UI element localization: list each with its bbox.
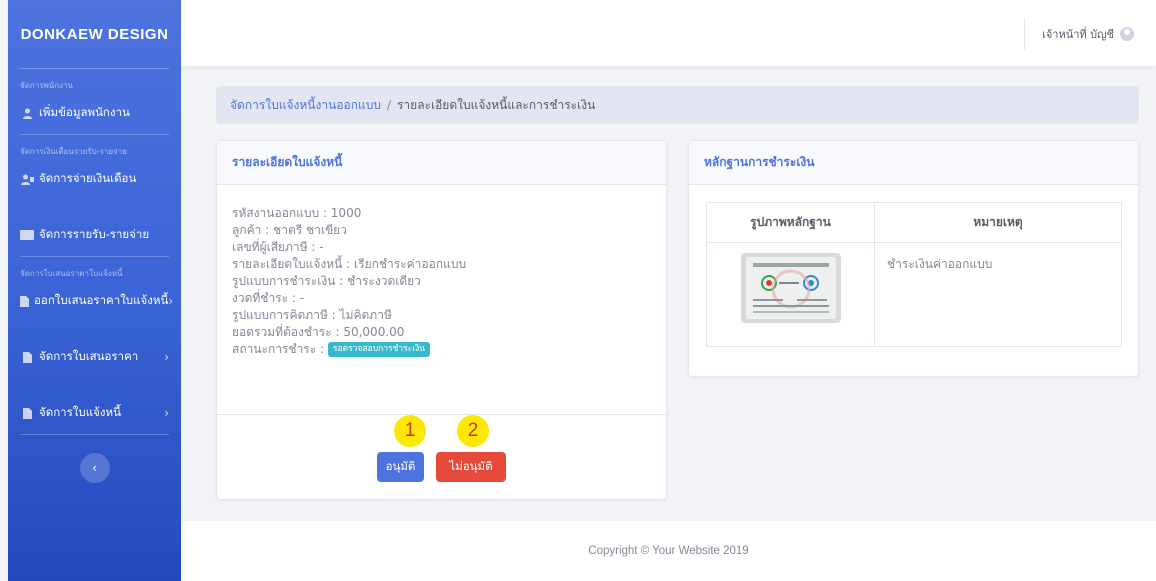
- invoice-details-card: รายละเอียดใบแจ้งหนี้ รหัสงานออกแบบ : 100…: [216, 140, 667, 500]
- sidebar-item-invoices[interactable]: จัดการใบแจ้งหนี้ ›: [8, 396, 181, 434]
- sidebar-heading: จัดการใบเสนอราคาใบแจ้งหนี้: [20, 269, 123, 278]
- column-header-note: หมายเหตุ: [874, 202, 1122, 243]
- breadcrumb-link[interactable]: จัดการใบแจ้งหนี้งานออกแบบ: [230, 96, 381, 115]
- sidebar-toggle-button[interactable]: ‹: [79, 453, 110, 483]
- breadcrumb-separator: /: [386, 98, 391, 112]
- annotation-marker-2: 2: [457, 415, 489, 447]
- status-badge: รอตรวจสอบการชำระเงิน: [327, 342, 431, 357]
- chevron-right-icon: ›: [164, 350, 169, 364]
- reject-button[interactable]: ไม่อนุมัติ: [436, 452, 506, 482]
- breadcrumb: จัดการใบแจ้งหนี้งานออกแบบ / รายละเอียดใบ…: [216, 86, 1139, 124]
- evidence-image-cell: [706, 242, 875, 347]
- detail-row: ยอดรวมที่ต้องชำระ : 50,000.00: [232, 325, 405, 339]
- user-name: เจ้าหน้าที่ บัญชี: [1042, 28, 1114, 41]
- topbar: เจ้าหน้าที่ บัญชี: [181, 0, 1156, 66]
- user-money-icon: [20, 173, 34, 185]
- annotation-marker-1: 1: [394, 415, 426, 447]
- document-icon: [20, 407, 34, 419]
- approve-button[interactable]: อนุมัติ: [377, 452, 424, 482]
- sidebar-item-label: จัดการจ่ายเงินเดือน: [39, 171, 137, 185]
- brand-logo[interactable]: DONKAEW DESIGN: [8, 0, 181, 68]
- card-title: รายละเอียดใบแจ้งหนี้: [217, 141, 666, 185]
- status-label: สถานะการชำระ :: [232, 342, 325, 356]
- payment-evidence-card: หลักฐานการชำระเงิน รูปภาพหลักฐาน หมายเหต…: [688, 140, 1139, 377]
- detail-row: รายละเอียดใบแจ้งหนี้ : เรียกชำระค่าออกแบ…: [232, 257, 467, 271]
- detail-row: งวดที่ชำระ : -: [232, 291, 305, 305]
- document-icon: [20, 351, 34, 363]
- detail-row: รหัสงานออกแบบ : 1000: [232, 206, 362, 220]
- payment-slip-thumbnail[interactable]: [740, 253, 841, 323]
- copyright-text: Copyright © Your Website 2019: [588, 545, 749, 557]
- user-circle-icon: [1120, 27, 1134, 41]
- sidebar-item-income-expense[interactable]: จัดการรายรับ-รายจ่าย: [8, 218, 181, 256]
- sidebar-item-label: จัดการใบเสนอราคา: [39, 349, 139, 363]
- table-row: ชำระเงินค่าออกแบบ: [706, 242, 1122, 347]
- breadcrumb-current: รายละเอียดใบแจ้งหนี้และการชำระเงิน: [396, 97, 596, 112]
- sidebar-item-quotations[interactable]: จัดการใบเสนอราคา ›: [8, 340, 181, 378]
- evidence-table: รูปภาพหลักฐาน หมายเหตุ ชำระเงินค่าออกแบบ: [706, 202, 1122, 347]
- page-footer: Copyright © Your Website 2019: [181, 521, 1156, 581]
- topbar-divider: [1024, 18, 1025, 50]
- sidebar-item-label: จัดการรายรับ-รายจ่าย: [39, 227, 150, 241]
- detail-row: ลูกค้า : ชาตรี ชาเขียว: [232, 223, 347, 237]
- sidebar: DONKAEW DESIGN จัดการพนักงาน เพิ่มข้อมูล…: [8, 0, 181, 581]
- document-icon: [20, 295, 29, 307]
- detail-row: รูปแบบการคิดภาษี : ไม่คิดภาษี: [232, 308, 392, 322]
- detail-row: เลขที่ผู้เสียภาษี : -: [232, 240, 324, 254]
- chevron-left-icon: ‹: [92, 461, 97, 475]
- card-footer: อนุมัติ ไม่อนุมัติ 1 2: [217, 414, 666, 500]
- sidebar-divider: [20, 434, 169, 435]
- sidebar-item-label: ออกใบเสนอราคาใบแจ้งหนี้: [34, 293, 169, 307]
- wallet-icon: [20, 229, 34, 241]
- chevron-right-icon: ›: [164, 406, 169, 420]
- column-header-image: รูปภาพหลักฐาน: [706, 202, 875, 243]
- evidence-note-cell: ชำระเงินค่าออกแบบ: [874, 242, 1122, 347]
- user-icon: [20, 107, 34, 119]
- sidebar-item-label: จัดการใบแจ้งหนี้: [39, 405, 121, 419]
- sidebar-heading: จัดการเงินเดือนรายรับ-รายจ่าย: [20, 147, 127, 156]
- chevron-right-icon: ›: [168, 294, 174, 308]
- sidebar-item-issue-quotation-invoice[interactable]: ออกใบเสนอราคาใบแจ้งหนี้ ›: [8, 284, 181, 322]
- invoice-details: รหัสงานออกแบบ : 1000 ลูกค้า : ชาตรี ชาเข…: [217, 185, 666, 358]
- table-header-row: รูปภาพหลักฐาน หมายเหตุ: [706, 202, 1122, 243]
- detail-row: รูปแบบการชำระเงิน : ชำระงวดเดียว: [232, 274, 421, 288]
- sidebar-item-add-employee[interactable]: เพิ่มข้อมูลพนักงาน: [8, 96, 181, 134]
- sidebar-item-label: เพิ่มข้อมูลพนักงาน: [39, 105, 130, 119]
- user-menu[interactable]: เจ้าหน้าที่ บัญชี: [1042, 25, 1134, 43]
- sidebar-heading: จัดการพนักงาน: [20, 81, 73, 90]
- card-title: หลักฐานการชำระเงิน: [689, 141, 1138, 185]
- status-row: สถานะการชำระ : รอตรวจสอบการชำระเงิน: [232, 341, 651, 358]
- sidebar-item-salary[interactable]: จัดการจ่ายเงินเดือน: [8, 162, 181, 200]
